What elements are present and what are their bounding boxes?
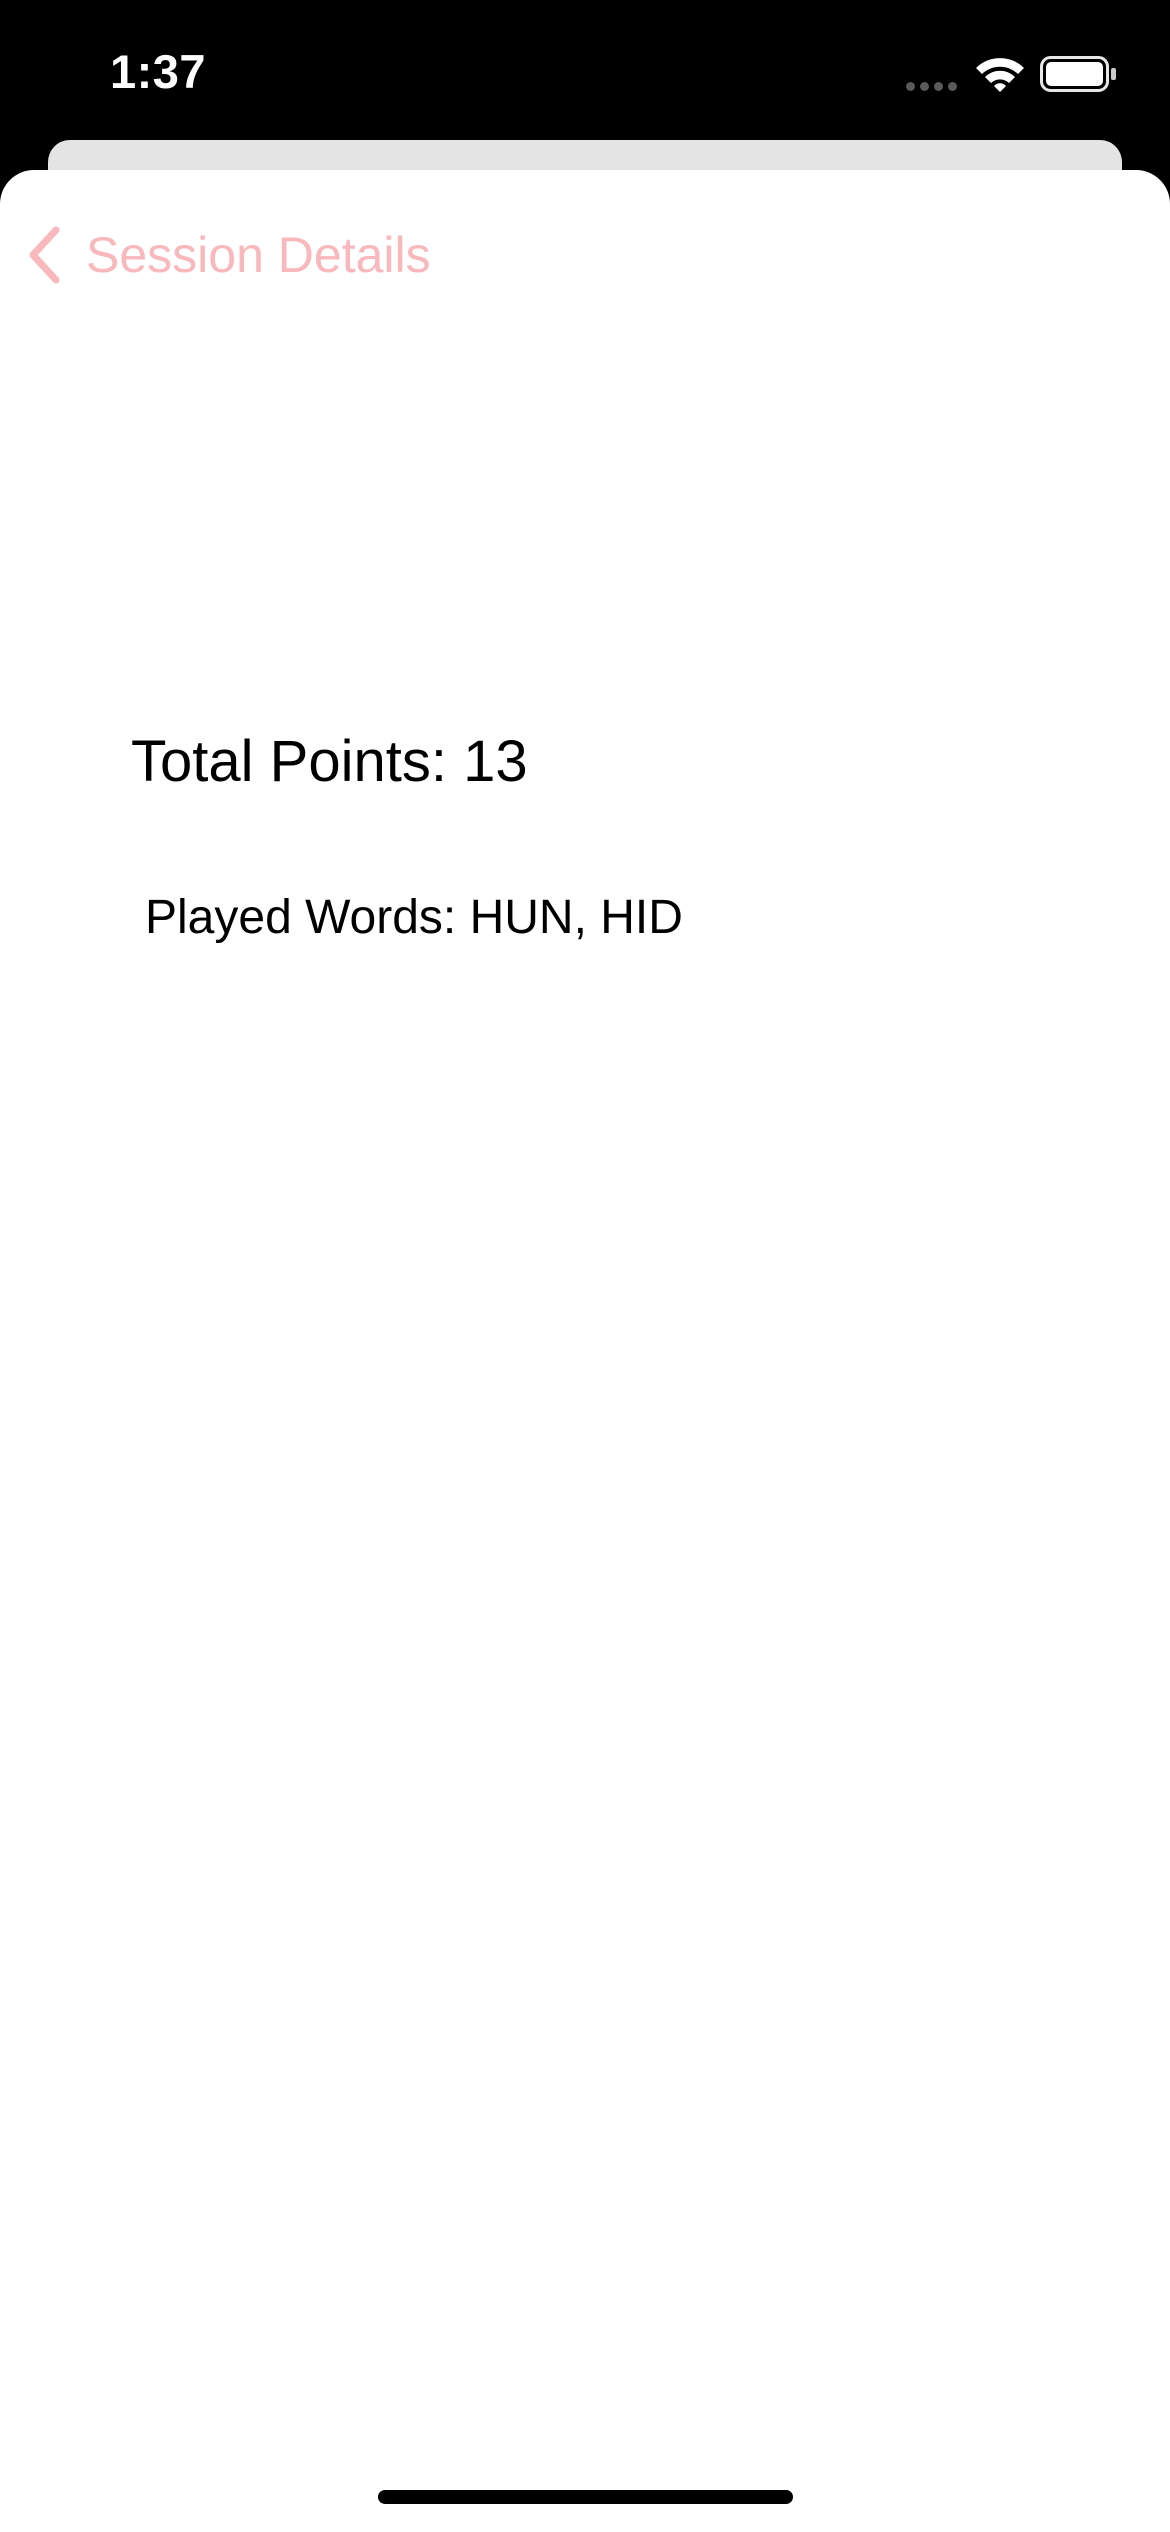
session-details-sheet: Session Details Total Points: 13 Played … bbox=[0, 170, 1170, 2532]
wifi-icon bbox=[976, 58, 1024, 92]
chevron-left-icon bbox=[29, 226, 60, 284]
back-button-label: Session Details bbox=[86, 227, 431, 283]
total-points-value: 13 bbox=[463, 729, 528, 794]
home-indicator[interactable] bbox=[378, 2490, 793, 2504]
app-screen: 1:37 Session Details Total Points: 13 Pl… bbox=[0, 0, 1170, 2532]
status-time: 1:37 bbox=[110, 45, 207, 98]
total-points-label: Total Points: bbox=[131, 729, 447, 794]
status-bar: 1:37 bbox=[0, 0, 1170, 140]
played-words-text: Played Words: HUN, HID bbox=[145, 885, 683, 951]
played-words-label: Played Words: bbox=[145, 891, 457, 944]
back-button[interactable]: Session Details bbox=[26, 220, 431, 290]
total-points-text: Total Points: 13 bbox=[131, 722, 528, 802]
battery-icon bbox=[1040, 56, 1116, 92]
played-words-value: HUN, HID bbox=[469, 891, 683, 944]
cellular-signal-icon bbox=[906, 82, 960, 92]
